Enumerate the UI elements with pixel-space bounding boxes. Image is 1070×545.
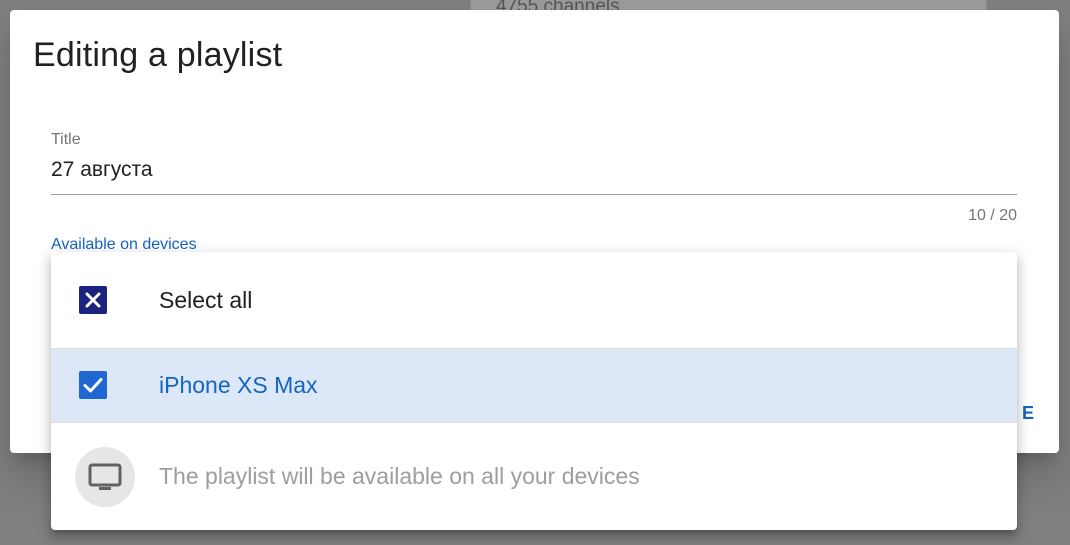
title-field-label: Title xyxy=(51,131,81,148)
device-option-iphone-xs-max[interactable]: iPhone XS Max xyxy=(51,349,1017,423)
device-label: iPhone XS Max xyxy=(159,372,318,398)
select-all-option[interactable]: Select all xyxy=(51,252,1017,349)
title-char-counter: 10 / 20 xyxy=(968,207,1017,224)
select-all-label: Select all xyxy=(159,287,253,313)
monitor-icon xyxy=(75,447,135,507)
check-icon[interactable] xyxy=(79,371,107,399)
title-field-underline xyxy=(51,194,1017,195)
devices-info-text: The playlist will be available on all yo… xyxy=(159,463,640,489)
devices-dropdown-menu: Select all iPhone XS Max The playlist wi… xyxy=(51,252,1017,530)
devices-info-row: The playlist will be available on all yo… xyxy=(51,423,1017,530)
dialog-title: Editing a playlist xyxy=(33,36,283,74)
title-input[interactable] xyxy=(51,158,1011,182)
close-icon[interactable] xyxy=(79,286,107,314)
save-button[interactable]: E xyxy=(1022,403,1034,424)
